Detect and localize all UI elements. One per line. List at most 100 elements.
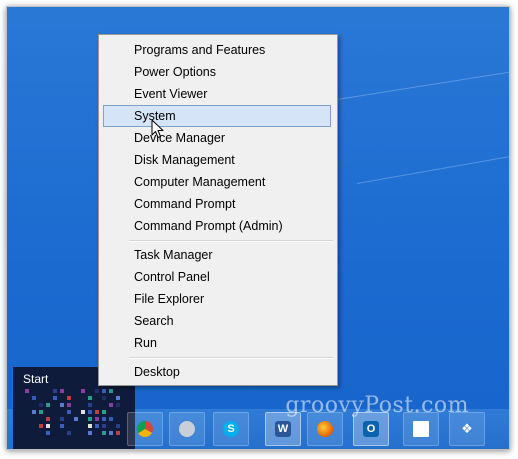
taskbar-button-word[interactable]: W: [265, 412, 301, 446]
menu-item-label: Disk Management: [134, 153, 235, 167]
menu-item-task-manager[interactable]: Task Manager: [103, 244, 331, 266]
start-tile-dot: [81, 410, 85, 414]
menu-item-label: Task Manager: [134, 248, 213, 262]
start-tile-dot: [116, 396, 120, 400]
start-tile-dot: [46, 403, 50, 407]
start-tile-dot: [102, 410, 106, 414]
menu-item-label: Run: [134, 336, 157, 350]
start-tile-dot: [88, 403, 92, 407]
taskbar-button-mail-app[interactable]: [169, 412, 205, 446]
menu-item-label: Control Panel: [134, 270, 210, 284]
start-tile-grid: [25, 389, 125, 441]
start-tile-dot: [88, 417, 92, 421]
start-tile-dot: [39, 403, 43, 407]
start-tile-dot: [102, 424, 106, 428]
start-tile-dot: [95, 389, 99, 393]
start-tile-dot: [109, 431, 113, 435]
start-tile-dot: [116, 431, 120, 435]
menu-item-label: File Explorer: [134, 292, 205, 306]
start-tile-dot: [39, 410, 43, 414]
desktop-light-beam: [336, 69, 509, 100]
menu-item-label: Device Manager: [134, 131, 226, 145]
power-user-menu: Programs and Features Power Options Even…: [98, 34, 338, 386]
start-tile-dot: [46, 424, 50, 428]
start-tile-dot: [60, 389, 64, 393]
taskbar-button-document[interactable]: [403, 412, 439, 446]
document-icon: [413, 421, 429, 437]
start-tile-dot: [53, 396, 57, 400]
menu-item-label: Computer Management: [134, 175, 266, 189]
start-tile-dot: [102, 431, 106, 435]
dropbox-icon: ❖: [461, 421, 473, 436]
menu-item-computer-management[interactable]: Computer Management: [103, 171, 331, 193]
mail-app-icon: [179, 421, 195, 437]
taskbar-button-skype[interactable]: S: [213, 412, 249, 446]
start-tile-dot: [88, 410, 92, 414]
menu-item-system[interactable]: System: [103, 105, 331, 127]
start-tile-dot: [102, 396, 106, 400]
outlook-icon: O: [363, 421, 379, 437]
start-tile-dot: [88, 424, 92, 428]
menu-item-control-panel[interactable]: Control Panel: [103, 266, 331, 288]
start-tile-dot: [116, 424, 120, 428]
start-tile-dot: [67, 431, 71, 435]
start-label: Start: [23, 372, 49, 386]
taskbar-button-dropbox[interactable]: ❖: [449, 412, 485, 446]
start-tile-dot: [67, 410, 71, 414]
start-tile-dot: [60, 424, 64, 428]
skype-icon: S: [223, 421, 239, 437]
menu-separator: [129, 357, 333, 359]
firefox-icon: [317, 421, 333, 437]
start-tile-dot: [95, 410, 99, 414]
taskbar-button-firefox[interactable]: [307, 412, 343, 446]
start-tile-dot: [60, 417, 64, 421]
menu-item-label: Command Prompt: [134, 197, 236, 211]
start-tile-dot: [53, 389, 57, 393]
start-tile-dot: [95, 417, 99, 421]
menu-item-power-options[interactable]: Power Options: [103, 61, 331, 83]
start-tile-dot: [81, 389, 85, 393]
menu-item-event-viewer[interactable]: Event Viewer: [103, 83, 331, 105]
menu-item-desktop[interactable]: Desktop: [103, 361, 331, 383]
desktop-light-beam: [356, 153, 509, 184]
taskbar-button-chrome[interactable]: [127, 412, 163, 446]
menu-item-run[interactable]: Run: [103, 332, 331, 354]
menu-item-label: Desktop: [134, 365, 180, 379]
menu-item-command-prompt-admin[interactable]: Command Prompt (Admin): [103, 215, 331, 237]
menu-separator: [129, 240, 333, 242]
menu-item-file-explorer[interactable]: File Explorer: [103, 288, 331, 310]
start-tile-dot: [32, 410, 36, 414]
start-tile-dot: [60, 403, 64, 407]
menu-item-label: Programs and Features: [134, 43, 266, 57]
start-tile-dot: [74, 417, 78, 421]
taskbar-button-outlook[interactable]: O: [353, 412, 389, 446]
start-tile-dot: [95, 424, 99, 428]
menu-item-disk-management[interactable]: Disk Management: [103, 149, 331, 171]
start-tile-dot: [46, 417, 50, 421]
menu-item-label: Search: [134, 314, 174, 328]
mouse-pointer-icon: [151, 119, 164, 138]
start-tile-dot: [109, 389, 113, 393]
start-tile-dot: [102, 417, 106, 421]
start-tile-dot: [88, 396, 92, 400]
start-tile-dot: [116, 403, 120, 407]
menu-item-search[interactable]: Search: [103, 310, 331, 332]
start-tile-dot: [88, 431, 92, 435]
start-tile-dot: [109, 417, 113, 421]
start-tile-dot: [67, 396, 71, 400]
start-tile-dot: [67, 403, 71, 407]
menu-item-command-prompt[interactable]: Command Prompt: [103, 193, 331, 215]
menu-item-label: Event Viewer: [134, 87, 208, 101]
start-tile-dot: [102, 389, 106, 393]
start-tile-dot: [109, 403, 113, 407]
chrome-icon: [137, 421, 153, 437]
start-tile-dot: [32, 396, 36, 400]
word-icon: W: [275, 421, 291, 437]
start-tile-dot: [39, 424, 43, 428]
menu-item-label: Command Prompt (Admin): [134, 219, 283, 233]
start-tile-dot: [25, 389, 29, 393]
start-tile-dot: [46, 431, 50, 435]
menu-item-device-manager[interactable]: Device Manager: [103, 127, 331, 149]
menu-item-programs-and-features[interactable]: Programs and Features: [103, 39, 331, 61]
menu-item-label: Power Options: [134, 65, 216, 79]
